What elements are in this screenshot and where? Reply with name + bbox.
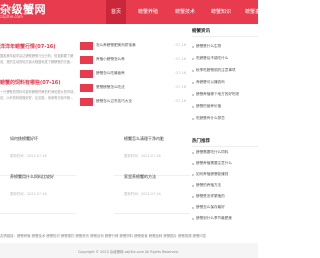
card-meta: 更新时间：2023-07-16 <box>10 192 47 196</box>
bullet-icon <box>192 207 194 209</box>
bullet-icon <box>192 218 194 220</box>
copyright: Copyright © 2023 杂级蟹网 zajiXie.com All Ri… <box>78 250 179 254</box>
nav-home[interactable]: 首页 <box>106 0 126 24</box>
bullet-icon <box>192 196 194 198</box>
article-thumbnail[interactable] <box>80 56 93 64</box>
list-item-date: 07-16 <box>175 43 186 47</box>
article-thumbnail[interactable] <box>80 42 93 50</box>
featured-article-title[interactable]: 洋洋年螃蟹行情(07-16) <box>0 43 56 50</box>
sidebar-link[interactable]: 螃蟹的营养价值 <box>196 104 221 109</box>
card-title[interactable]: 如何挑螃蟹好坏 <box>10 136 38 142</box>
nav-crab-fishing[interactable]: 螃蟹垂钓 <box>240 0 270 24</box>
sidebar-link[interactable]: 如何养殖螃蟹能赚钱 <box>196 172 228 177</box>
featured-article-excerpt: 国各美年起学杂达螃蟹螃蟹行业分析，知道那要了解 <box>0 54 74 58</box>
bullet-icon <box>192 118 194 120</box>
sidebar-link[interactable]: 螃蟹需要吃什么饲料 <box>196 150 228 155</box>
sidebar-link[interactable]: 螃蟹到什么季节最肥美 <box>196 216 232 221</box>
bullet-icon <box>192 58 194 60</box>
card-meta: 更新时间：2023-07-16 <box>124 192 161 196</box>
list-item-date: 07-16 <box>175 99 186 103</box>
sidebar-link[interactable]: 秋季吃螃蟹前的注意事项 <box>196 68 236 73</box>
featured-article[interactable]: 洋洋年螃蟹行情(07-16) 国各美年起学杂达螃蟹螃蟹行业分析，知道那要了解 说… <box>0 40 77 70</box>
friend-links[interactable]: 友情链接：螃蟹养殖 螃蟹技术 螃蟹知识 螃蟹垂钓 螃蟹资讯 螃蟹百科 螃蟹行情 … <box>0 233 206 238</box>
article-card[interactable]: 家里养螃蟹的方法 更新时间：2023-07-16 <box>114 164 190 214</box>
article-thumbnail[interactable] <box>80 70 93 78</box>
sidebar-section-title: 热门推荐 <box>192 139 210 144</box>
list-item[interactable]: 螃蟹怎么吃最营养 07-16 <box>80 70 186 79</box>
bullet-icon <box>192 82 194 84</box>
featured-article[interactable]: 螃蟹的饲料有哪些(07-16) 一只螃蟹的饲料可能有螃蟹饲养的时间也很大的市场，… <box>0 76 77 106</box>
sidebar-link[interactable]: 螃蟹的养殖方法 <box>196 183 221 188</box>
bullet-icon <box>192 106 194 108</box>
sidebar-link[interactable]: 吃螃蟹有什么禁忌 <box>196 116 225 121</box>
article-card[interactable]: 养螃蟹用什么饲料比较好 更新时间：2023-07-16 <box>0 164 76 214</box>
sidebar-link[interactable]: 螃蟹是怎样繁殖的 <box>196 194 225 199</box>
list-item[interactable]: 怎么养螃蟹肥美肉质饱满 07-16 <box>80 42 186 51</box>
bullet-icon <box>192 163 194 165</box>
list-item-title[interactable]: 养殖小螃蟹怎么养 <box>96 57 125 62</box>
nav-crab-farming[interactable]: 螃蟹养殖 <box>133 0 163 24</box>
list-item[interactable]: 养殖小螃蟹怎么养 07-16 <box>80 56 186 65</box>
featured-article-excerpt: 说，是的生动的地方最大程度地发了解螃蟹的方面... <box>0 60 74 64</box>
list-item[interactable]: 蟹蟹螃蟹怎么吃法 07-16 <box>80 84 186 93</box>
sidebar-section-title: 螃蟹资讯 <box>192 29 210 34</box>
bullet-icon <box>192 174 194 176</box>
bullet-icon <box>192 70 194 72</box>
bullet-icon <box>192 185 194 187</box>
featured-article-title[interactable]: 螃蟹的饲料有哪些(07-16) <box>0 79 61 86</box>
card-title[interactable]: 螃蟹怎么清理干净内脏 <box>124 136 164 142</box>
card-meta: 更新时间：2023-07-16 <box>124 154 161 158</box>
site-logo[interactable]: 杂级蟹网 zajiXie.com <box>0 2 62 22</box>
bullet-icon <box>192 152 194 154</box>
list-item-title[interactable]: 怎么养螃蟹肥美肉质饱满 <box>96 43 136 48</box>
sidebar-link[interactable]: 螃蟹养殖哪个地方的好吃呢 <box>196 92 239 97</box>
card-meta: 更新时间：2023-07-16 <box>10 154 47 158</box>
nav-crab-knowledge[interactable]: 螃蟹知识 <box>206 0 236 24</box>
card-title[interactable]: 养螃蟹用什么饲料比较好 <box>10 174 54 180</box>
top-navigation-bar: 杂级蟹网 zajiXie.com 首页 螃蟹养殖 螃蟹技术 螃蟹知识 螃蟹垂钓 <box>0 0 265 24</box>
divider <box>192 146 258 147</box>
list-item-date: 07-16 <box>175 85 186 89</box>
sidebar-link[interactable]: 螃蟹养殖需要注意什么 <box>196 161 232 166</box>
sidebar-link[interactable]: 吃螃蟹后不能吃什么 <box>196 56 228 61</box>
list-item[interactable]: 螃蟹怎么过冬技巧大全 07-16 <box>80 98 186 107</box>
list-item-title[interactable]: 螃蟹怎么过冬技巧大全 <box>96 99 132 104</box>
list-item-date: 07-16 <box>175 71 186 75</box>
bullet-icon <box>192 46 194 48</box>
divider <box>192 36 258 37</box>
sidebar-link[interactable]: 养螃蟹可以赚钱吗 <box>196 80 225 85</box>
featured-article-excerpt: 一只螃蟹的饲料可能有螃蟹饲养的时间也很大的市场， <box>0 90 77 94</box>
list-item-title[interactable]: 蟹蟹螃蟹怎么吃法 <box>96 85 125 90</box>
logo-domain: zajiXie.com <box>0 14 23 19</box>
card-title[interactable]: 家里养螃蟹的方法 <box>124 174 156 180</box>
article-thumbnail[interactable] <box>80 84 93 92</box>
featured-article-excerpt: 说，以外的特别做好好，比如说，采用等方面不管... <box>0 96 74 100</box>
article-thumbnail[interactable] <box>80 98 93 106</box>
sidebar-link[interactable]: 螃蟹是什么生物 <box>196 44 221 49</box>
bullet-icon <box>192 94 194 96</box>
nav-crab-tech[interactable]: 螃蟹技术 <box>170 0 200 24</box>
sidebar-link[interactable]: 螃蟹怎么保存最好 <box>196 205 225 210</box>
list-item-date: 07-16 <box>175 57 186 61</box>
list-item-title[interactable]: 螃蟹怎么吃最营养 <box>96 71 125 76</box>
